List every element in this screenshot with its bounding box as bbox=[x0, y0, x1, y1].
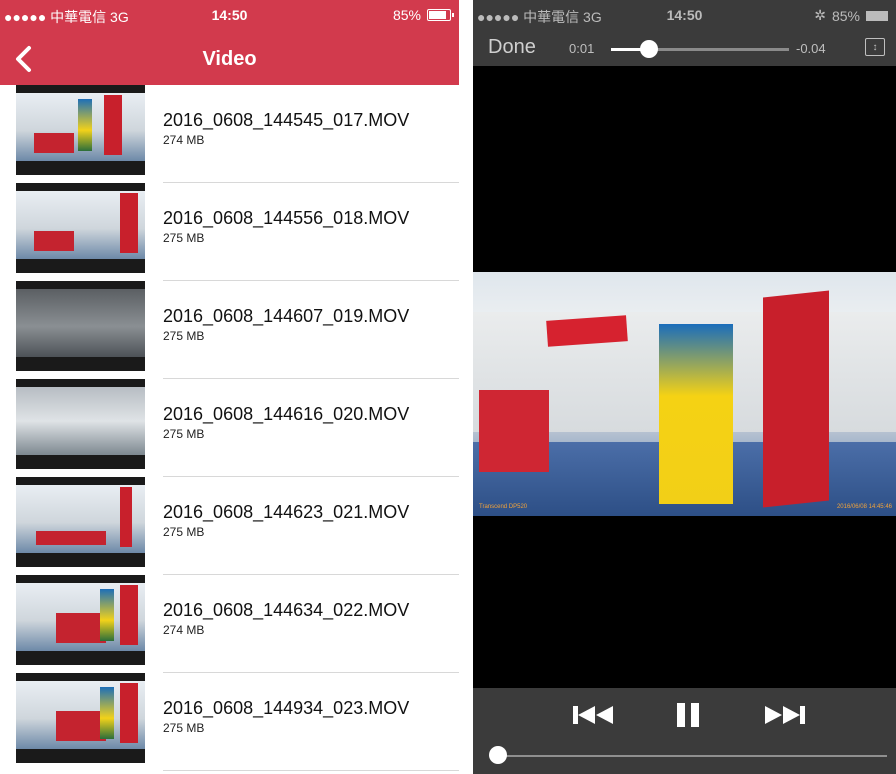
volume-thumb[interactable] bbox=[489, 746, 507, 764]
list-item[interactable]: 2016_0608_144623_021.MOV 275 MB bbox=[0, 477, 459, 575]
battery-status: 85% bbox=[392, 7, 454, 23]
remaining-time: -0.04 bbox=[796, 41, 826, 56]
elapsed-time: 0:01 bbox=[569, 41, 595, 56]
video-file-name: 2016_0608_144623_021.MOV bbox=[163, 502, 410, 522]
battery-icon bbox=[866, 10, 888, 21]
skip-back-icon bbox=[573, 706, 613, 724]
video-file-size: 274 MB bbox=[163, 623, 205, 637]
battery-percent: 85% bbox=[392, 7, 421, 23]
video-thumbnail bbox=[16, 477, 145, 567]
video-file-name: 2016_0608_144634_022.MOV bbox=[163, 600, 410, 620]
video-frame[interactable]: Transcend DP520 2016/06/08 14:45:46 bbox=[473, 272, 896, 516]
video-file-name: 2016_0608_144545_017.MOV bbox=[163, 110, 410, 130]
player-top-bar: ●●●●● 中華電信 3G 14:50 ✲ 85% Done 0:01 -0.0… bbox=[473, 0, 896, 66]
video-file-name: 2016_0608_144934_023.MOV bbox=[163, 698, 410, 718]
status-time: 14:50 bbox=[211, 7, 248, 23]
video-file-size: 275 MB bbox=[163, 231, 205, 245]
pause-icon bbox=[677, 703, 699, 727]
video-thumbnail bbox=[16, 379, 145, 469]
video-file-size: 275 MB bbox=[163, 525, 205, 539]
video-list: 2016_0608_144545_017.MOV 274 MB 2016_060… bbox=[0, 85, 459, 771]
volume-slider[interactable] bbox=[495, 755, 887, 757]
status-bar: ●●●●● 中華電信 3G 14:50 85% bbox=[0, 0, 459, 26]
battery-percent: 85% bbox=[831, 7, 860, 24]
page-title: Video bbox=[202, 48, 257, 70]
video-scene-banner bbox=[659, 324, 733, 504]
battery-icon bbox=[427, 9, 454, 21]
next-button[interactable] bbox=[763, 702, 807, 728]
loading-spinner-icon: ✲ bbox=[814, 7, 826, 23]
video-stamp-datetime: 2016/06/08 14:45:46 bbox=[836, 504, 892, 510]
video-scene-desk bbox=[479, 390, 549, 472]
video-thumbnail bbox=[16, 673, 145, 763]
row-divider bbox=[163, 770, 459, 771]
video-scene-banner bbox=[763, 290, 829, 508]
list-item[interactable]: 2016_0608_144556_018.MOV 275 MB bbox=[0, 183, 459, 281]
nav-bar: ●●●●● 中華電信 3G 14:50 85% Video bbox=[0, 0, 459, 85]
list-item[interactable]: 2016_0608_144545_017.MOV 274 MB bbox=[0, 85, 459, 183]
aspect-toggle-button[interactable]: ↕ bbox=[865, 38, 885, 56]
player-controls bbox=[473, 688, 896, 774]
video-player-screen: ●●●●● 中華電信 3G 14:50 ✲ 85% Done 0:01 -0.0… bbox=[473, 0, 896, 774]
video-scene-sign bbox=[546, 315, 628, 347]
video-file-size: 275 MB bbox=[163, 721, 205, 735]
video-file-name: 2016_0608_144607_019.MOV bbox=[163, 306, 410, 326]
video-file-size: 275 MB bbox=[163, 427, 205, 441]
skip-forward-icon bbox=[765, 706, 805, 724]
scrubber-track[interactable] bbox=[611, 40, 789, 58]
video-thumbnail bbox=[16, 85, 145, 175]
video-thumbnail bbox=[16, 281, 145, 371]
previous-button[interactable] bbox=[571, 702, 615, 728]
list-item[interactable]: 2016_0608_144607_019.MOV 275 MB bbox=[0, 281, 459, 379]
done-button[interactable]: Done bbox=[488, 36, 536, 59]
list-item[interactable]: 2016_0608_144634_022.MOV 274 MB bbox=[0, 575, 459, 673]
list-item[interactable]: 2016_0608_144934_023.MOV 275 MB bbox=[0, 673, 459, 771]
video-thumbnail bbox=[16, 575, 145, 665]
video-stamp-device: Transcend DP520 bbox=[479, 504, 528, 510]
video-file-name: 2016_0608_144556_018.MOV bbox=[163, 208, 410, 228]
status-bar: ●●●●● 中華電信 3G 14:50 ✲ 85% bbox=[473, 0, 896, 25]
video-file-name: 2016_0608_144616_020.MOV bbox=[163, 404, 410, 424]
video-list-screen: ●●●●● 中華電信 3G 14:50 85% Video 2016_0608_… bbox=[0, 0, 459, 774]
video-file-size: 275 MB bbox=[163, 329, 205, 343]
expand-icon: ↕ bbox=[872, 41, 878, 53]
video-file-size: 274 MB bbox=[163, 133, 205, 147]
scrubber-thumb[interactable] bbox=[640, 40, 658, 58]
video-thumbnail bbox=[16, 183, 145, 273]
list-item[interactable]: 2016_0608_144616_020.MOV 275 MB bbox=[0, 379, 459, 477]
battery-status: ✲ 85% bbox=[814, 7, 888, 24]
pause-button[interactable] bbox=[671, 702, 705, 728]
